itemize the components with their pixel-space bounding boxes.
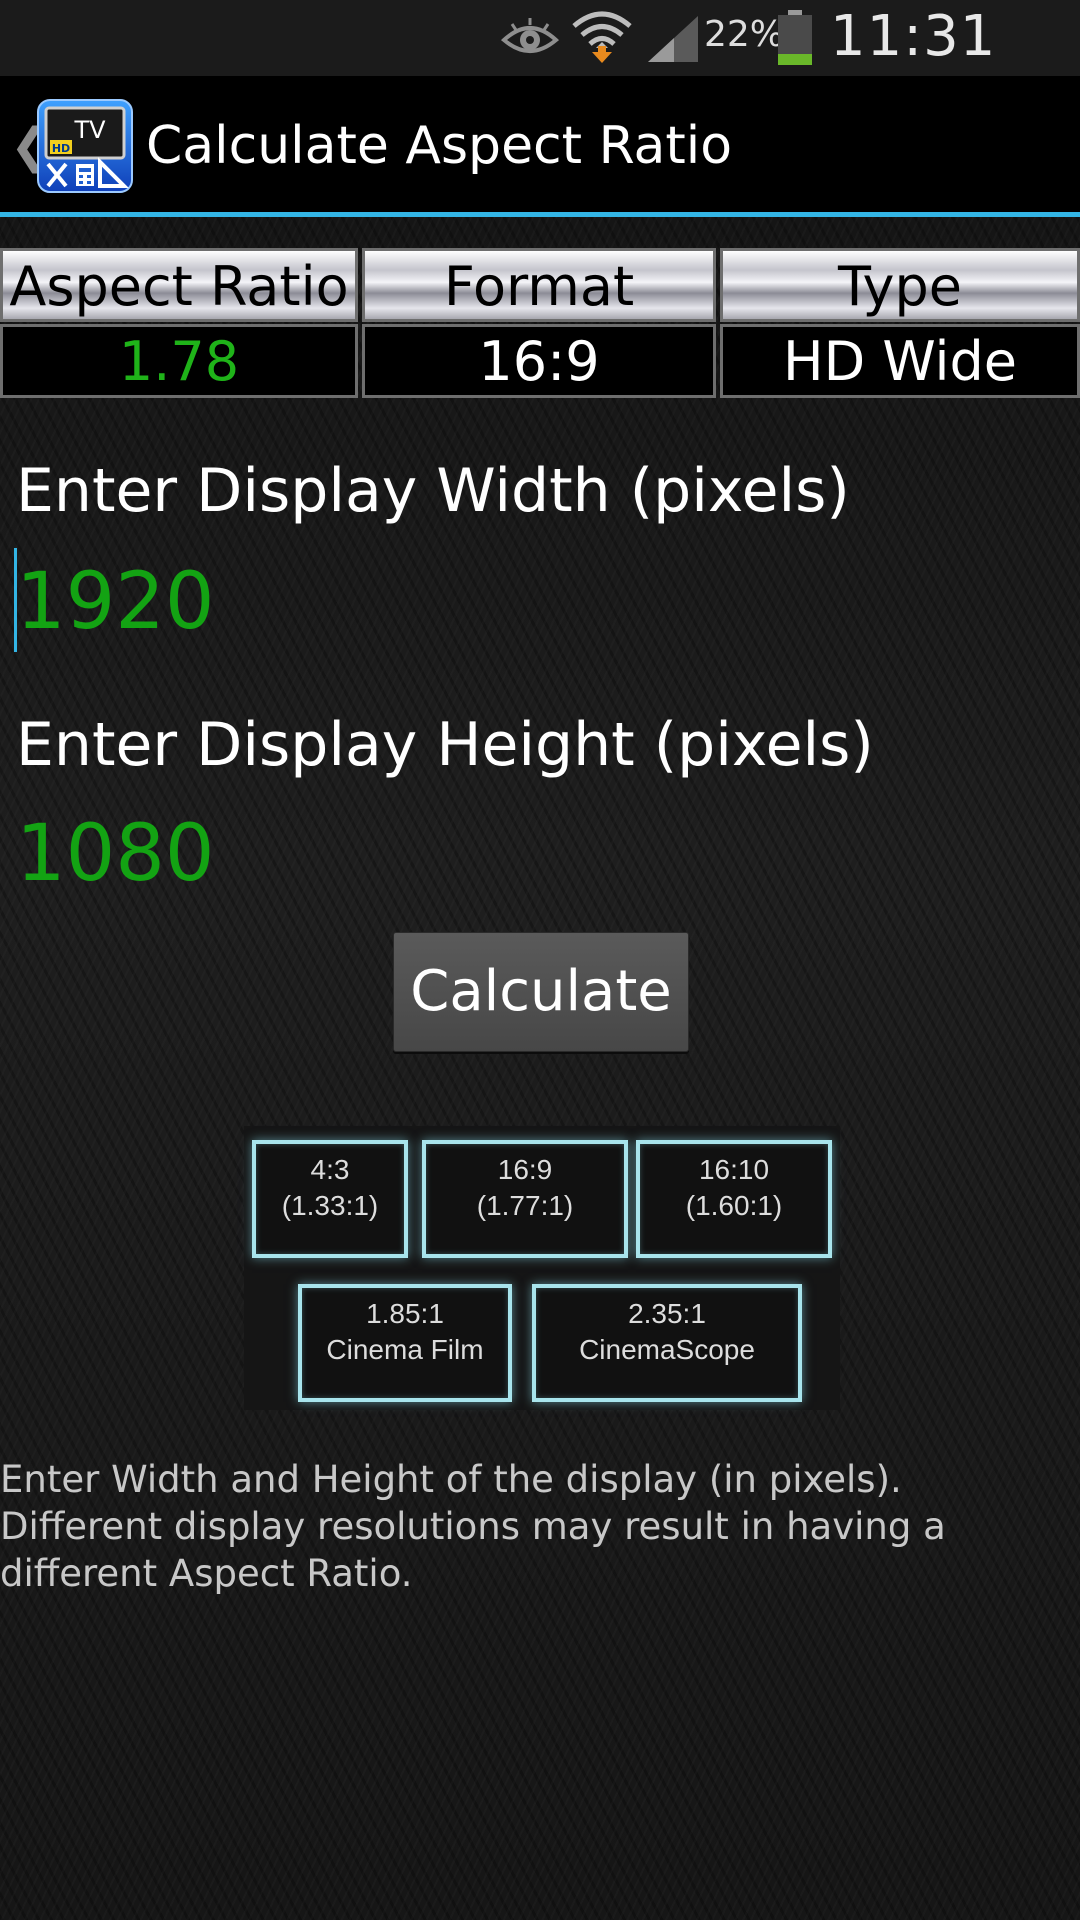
ratio-box-line2: (1.60:1)	[685, 1190, 783, 1221]
screen: 22% 11:31 AM ❮ TV HD	[0, 0, 1080, 1920]
format-header: Format	[362, 248, 716, 322]
action-bar: ❮ TV HD Calculate Aspect Ratio	[0, 76, 1080, 214]
width-label: Enter Display Width (pixels)	[16, 456, 850, 526]
ratio-box-line1: 1.85:1	[366, 1298, 444, 1329]
type-value: HD Wide	[720, 324, 1080, 398]
ratio-box-16-9[interactable]: 16:9 (1.77:1)	[422, 1140, 628, 1258]
ratio-box-line2: (1.33:1)	[281, 1190, 379, 1221]
ratio-box-line2: CinemaScope	[579, 1334, 755, 1365]
aspect-ratio-header: Aspect Ratio	[0, 248, 358, 322]
status-bar: 22% 11:31 AM	[0, 0, 1080, 134]
app-icon-label: TV	[73, 116, 106, 144]
signal-icon	[648, 16, 698, 62]
battery-percent: 22%	[704, 14, 785, 55]
ratio-box-line1: 16:9	[497, 1154, 553, 1185]
format-value: 16:9	[362, 324, 716, 398]
ratio-reference-panel: 4:3 (1.33:1) 16:9 (1.77:1) 16:10 (1.60:1…	[244, 1126, 840, 1410]
help-text: Enter Width and Height of the display (i…	[0, 1458, 946, 1595]
page-title: Calculate Aspect Ratio	[146, 116, 733, 176]
app-icon[interactable]: TV HD	[36, 98, 134, 194]
ratio-box-line1: 2.35:1	[628, 1298, 706, 1329]
battery-icon	[778, 10, 812, 65]
ratio-box-cinemascope[interactable]: 2.35:1 CinemaScope	[532, 1284, 802, 1402]
aspect-ratio-value: 1.78	[0, 324, 358, 398]
wifi-icon	[572, 11, 632, 63]
format-column: Format 16:9	[362, 248, 716, 398]
height-label: Enter Display Height (pixels)	[16, 710, 874, 780]
type-column: Type HD Wide	[720, 248, 1080, 398]
text-cursor	[14, 548, 17, 652]
type-header: Type	[720, 248, 1080, 322]
height-input[interactable]	[16, 804, 1056, 904]
ratio-box-cinema-film[interactable]: 1.85:1 Cinema Film	[298, 1284, 512, 1402]
ratio-box-line1: 16:10	[698, 1154, 770, 1185]
width-input[interactable]	[16, 552, 1056, 652]
ratio-box-4-3[interactable]: 4:3 (1.33:1)	[252, 1140, 408, 1258]
app-icon-badge: HD	[52, 142, 70, 155]
ratio-box-line2: (1.77:1)	[476, 1190, 574, 1221]
ratio-box-line1: 4:3	[310, 1154, 350, 1185]
ratio-box-16-10[interactable]: 16:10 (1.60:1)	[636, 1140, 832, 1258]
calculate-button[interactable]: Calculate	[393, 932, 689, 1052]
results-table: Aspect Ratio 1.78 Format 16:9 Type HD Wi…	[0, 248, 1080, 398]
aspect-ratio-column: Aspect Ratio 1.78	[0, 248, 358, 398]
action-bar-divider	[0, 212, 1080, 217]
eye-icon	[500, 18, 560, 53]
ratio-box-line2: Cinema Film	[326, 1334, 484, 1365]
